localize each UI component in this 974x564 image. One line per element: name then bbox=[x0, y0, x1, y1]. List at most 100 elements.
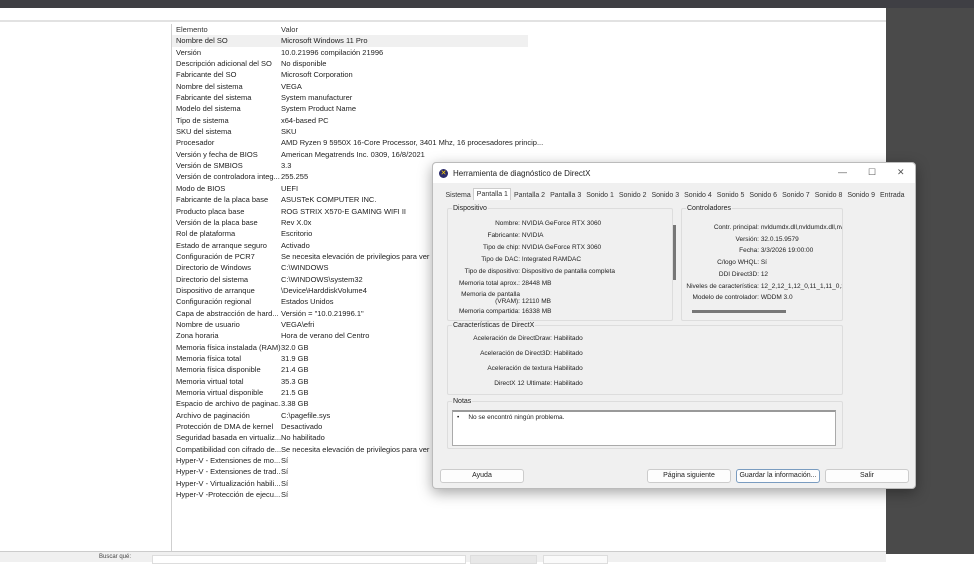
next-page-button[interactable]: Página siguiente bbox=[647, 469, 731, 483]
list-header[interactable]: Elemento Valor bbox=[172, 24, 886, 35]
tab-sonido-6[interactable]: Sonido 6 bbox=[747, 190, 780, 201]
horizontal-scrollbar[interactable] bbox=[692, 310, 786, 313]
field-value: NVIDIA GeForce RTX 3060 bbox=[521, 220, 602, 227]
field-value: NVIDIA bbox=[521, 232, 544, 239]
tab-sonido-2[interactable]: Sonido 2 bbox=[616, 190, 649, 201]
drivers-field: C/logo WHQL: Sí bbox=[682, 259, 767, 266]
element-cell: SKU del sistema bbox=[176, 127, 232, 137]
list-row[interactable]: Versión 10.0.21996 compilación 21996 bbox=[172, 47, 886, 58]
value-cell: 3.38 GB bbox=[281, 399, 309, 409]
group-label: Controladores bbox=[686, 204, 732, 213]
value-cell: SKU bbox=[281, 127, 297, 137]
tab-sonido-4[interactable]: Sonido 4 bbox=[682, 190, 715, 201]
close-find-button[interactable] bbox=[543, 555, 608, 564]
field-value: 12_2,12_1,12_0,11_1,11_0,: bbox=[760, 282, 842, 290]
tab-bar: Sistema Pantalla 1 Pantalla 2 Pantalla 3 Son… bbox=[443, 188, 907, 201]
field-value: WDDM 3.0 bbox=[760, 294, 793, 302]
find-button[interactable] bbox=[470, 555, 537, 564]
element-cell: Memoria virtual disponible bbox=[176, 388, 264, 397]
drivers-field: Versión: 32.0.15.9579 bbox=[682, 236, 799, 243]
features-field: Aceleración de Direct3D: Habilitado bbox=[448, 350, 583, 357]
vertical-scrollbar[interactable] bbox=[673, 225, 676, 280]
element-cell: Hyper-V - Extensiones de trad... bbox=[176, 467, 281, 477]
field-label: Tipo de DAC: bbox=[481, 256, 520, 263]
list-row[interactable]: SKU del sistema SKU bbox=[172, 126, 886, 137]
value-cell: x64-based PC bbox=[281, 115, 329, 125]
value-cell: 3.3 bbox=[281, 161, 292, 171]
list-row[interactable]: Versión y fecha de BIOS American Megatren… bbox=[172, 149, 886, 160]
field-label: Contr. principal: bbox=[713, 224, 759, 231]
close-icon[interactable]: ✕ bbox=[897, 167, 905, 178]
device-field: Memoria compartida: 16338 MB bbox=[448, 308, 552, 315]
value-cell: AMD Ryzen 9 5950X 16-Core Processor, 340… bbox=[281, 138, 544, 148]
tab-sonido-5[interactable]: Sonido 5 bbox=[714, 190, 747, 201]
element-cell: Procesador bbox=[176, 138, 215, 148]
field-label: Tipo de chip: bbox=[483, 244, 520, 251]
tab-sonido-1[interactable]: Sonido 1 bbox=[584, 190, 617, 201]
field-value: 16338 MB bbox=[521, 308, 552, 315]
list-row[interactable]: Descripción adicional del SO No disponibl… bbox=[172, 58, 886, 69]
value-cell: Microsoft Corporation bbox=[281, 70, 353, 80]
category-tree[interactable] bbox=[0, 24, 172, 551]
tab-entrada[interactable]: Entrada bbox=[877, 190, 907, 201]
element-cell: Configuración de PCR7 bbox=[176, 251, 255, 261]
tab-pantalla-1[interactable]: Pantalla 1 bbox=[473, 188, 512, 200]
value-cell: \Device\HarddiskVolume4 bbox=[281, 285, 367, 295]
tab-pantalla-3[interactable]: Pantalla 3 bbox=[548, 190, 584, 201]
exit-button[interactable]: Salir bbox=[825, 469, 909, 483]
column-header-element[interactable]: Elemento bbox=[176, 24, 281, 35]
maximize-icon[interactable]: ☐ bbox=[868, 167, 876, 178]
value-cell: C:\WINDOWS bbox=[281, 263, 329, 273]
element-cell: Producto placa base bbox=[176, 206, 245, 216]
list-row[interactable]: Procesador AMD Ryzen 9 5950X 16-Core Proc… bbox=[172, 137, 886, 148]
field-label: DirectX 12 Ultimate: bbox=[494, 380, 552, 387]
tab-sonido-8[interactable]: Sonido 8 bbox=[812, 190, 845, 201]
tab-pantalla-2[interactable]: Pantalla 2 bbox=[511, 190, 547, 201]
help-button[interactable]: Ayuda bbox=[440, 469, 524, 483]
tab-sonido-3[interactable]: Sonido 3 bbox=[649, 190, 682, 201]
drivers-field: Fecha: 3/3/2026 19:00:00 bbox=[682, 247, 813, 254]
save-information-button[interactable]: Guardar la información... bbox=[736, 469, 820, 483]
field-label: DDI Direct3D: bbox=[718, 270, 759, 278]
value-cell: American Megatrends Inc. 0309, 16/8/2021 bbox=[281, 149, 425, 159]
device-field: Tipo de chip: NVIDIA GeForce RTX 3060 bbox=[448, 244, 601, 251]
field-label: Modelo de controlador: bbox=[692, 294, 760, 302]
list-row[interactable]: Modelo del sistema System Product Name bbox=[172, 103, 886, 114]
value-cell: Rev X.0x bbox=[281, 217, 312, 227]
list-row[interactable]: Fabricante del SO Microsoft Corporation bbox=[172, 69, 886, 80]
find-bar: Buscar qué: bbox=[0, 551, 886, 564]
menu-bar bbox=[0, 8, 886, 22]
find-input[interactable] bbox=[152, 555, 466, 564]
tab-sistema[interactable]: Sistema bbox=[443, 190, 473, 201]
element-cell: Fabricante de la placa base bbox=[176, 195, 269, 205]
field-label: Tipo de dispositivo: bbox=[464, 268, 520, 275]
list-row[interactable]: Fabricante del sistema System manufacture… bbox=[172, 92, 886, 103]
element-cell: Versión de la placa base bbox=[176, 217, 258, 227]
field-value: 12 bbox=[760, 270, 769, 278]
list-row[interactable]: Nombre del SO Microsoft Windows 11 Pro bbox=[172, 35, 528, 47]
minimize-icon[interactable]: — bbox=[838, 167, 847, 177]
element-cell: Zona horaria bbox=[176, 331, 219, 341]
value-cell: System Product Name bbox=[281, 104, 357, 114]
value-cell: 255.255 bbox=[281, 172, 309, 182]
title-bar: ✕ Herramienta de diagnóstico de DirectX … bbox=[433, 163, 915, 183]
element-cell: Modo de BIOS bbox=[176, 183, 226, 193]
list-row[interactable]: Tipo de sistema x64-based PC bbox=[172, 115, 886, 126]
value-cell: ASUSTeK COMPUTER INC. bbox=[281, 195, 377, 205]
value-cell: Microsoft Windows 11 Pro bbox=[281, 36, 368, 46]
column-header-value[interactable]: Valor bbox=[281, 24, 298, 35]
tab-panel: Dispositivo Nombre: NVIDIA GeForce RTX 3… bbox=[441, 201, 909, 455]
device-field: Tipo de DAC: Integrated RAMDAC bbox=[448, 256, 581, 263]
group-label: Características de DirectX bbox=[452, 321, 536, 330]
tab-sonido-7[interactable]: Sonido 7 bbox=[780, 190, 813, 201]
features-field: DirectX 12 Ultimate: Habilitado bbox=[448, 380, 583, 387]
element-cell: Hyper-V -Protección de ejecu... bbox=[176, 490, 281, 500]
tab-sonido-9[interactable]: Sonido 9 bbox=[845, 190, 878, 201]
notes-box[interactable]: • No se encontró ningún problema. bbox=[452, 410, 836, 446]
value-cell: 21.5 GB bbox=[281, 388, 309, 397]
element-cell: Rol de plataforma bbox=[176, 229, 236, 239]
list-row[interactable]: Hyper-V -Protección de ejecu... Sí bbox=[172, 489, 886, 500]
field-value: 12110 MB bbox=[521, 298, 551, 305]
element-cell: Memoria física total bbox=[176, 353, 242, 363]
list-row[interactable]: Nombre del sistema VEGA bbox=[172, 81, 886, 92]
